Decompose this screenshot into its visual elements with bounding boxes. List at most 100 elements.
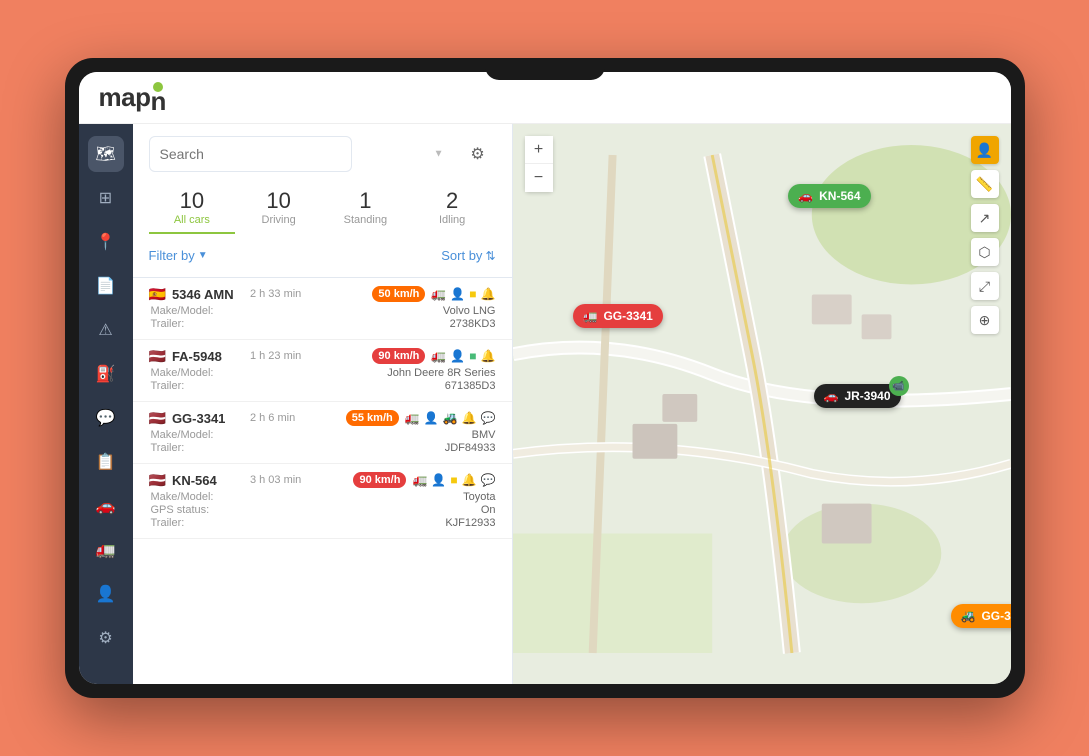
filter-by-button[interactable]: Filter by ▼ xyxy=(149,248,208,263)
map-marker-gg3341-orange[interactable]: 🚜 GG-3341 xyxy=(951,604,1011,628)
filter-sort-row: Filter by ▼ Sort by ⇅ xyxy=(149,242,496,265)
route-tool-button[interactable]: ↗ xyxy=(971,204,999,232)
vehicle-gps-row: GPS status: On xyxy=(149,504,496,516)
stat-idling-number: 2 xyxy=(409,188,496,214)
zoom-out-button[interactable]: − xyxy=(525,164,553,192)
trailer-value: 2738KD3 xyxy=(450,318,496,330)
vehicle-item[interactable]: 🇱🇻 KN-564 3 h 03 min 90 km/h 🚛 👤 ■ 🔔 💬 xyxy=(133,464,512,539)
search-dropdown-icon: ▼ xyxy=(434,149,444,160)
search-input[interactable] xyxy=(149,136,352,172)
stat-all-cars-label: All cars xyxy=(149,214,236,226)
sidebar-item-messages[interactable]: 💬 xyxy=(88,400,124,436)
bell-icon: 🔔 xyxy=(462,411,477,425)
vehicle-time: 1 h 23 min xyxy=(250,350,366,362)
vehicle-flag: 🇪🇸 xyxy=(149,287,166,301)
settings-button[interactable]: ⚙ xyxy=(460,136,496,172)
message-icon: 💬 xyxy=(481,411,496,425)
cluster-tool-button[interactable]: ⬡ xyxy=(971,238,999,266)
sidebar-item-vehicle[interactable]: 🚗 xyxy=(88,488,124,524)
vehicle-time: 2 h 6 min xyxy=(250,412,340,424)
marker-tractor-icon: 🚜 xyxy=(961,609,976,623)
vehicle-item[interactable]: 🇱🇻 FA-5948 1 h 23 min 90 km/h 🚛 👤 ■ 🔔 xyxy=(133,340,512,402)
vehicle-detail-row: Make/Model: BMV xyxy=(149,429,496,441)
vehicle-detail-row: Make/Model: John Deere 8R Series xyxy=(149,367,496,379)
tab-standing[interactable]: 1 Standing xyxy=(322,184,409,234)
bell-icon: 🔔 xyxy=(481,349,496,363)
truck-icon: 🚛 xyxy=(412,473,427,487)
sidebar-item-alerts[interactable]: ⚠ xyxy=(88,312,124,348)
trailer-label: Trailer: xyxy=(151,318,185,330)
search-row: ▼ ⚙ xyxy=(149,136,496,172)
sidebar-item-clipboard[interactable]: 📋 xyxy=(88,444,124,480)
make-model-label: Make/Model: xyxy=(151,367,214,379)
vehicle-speed-badge: 90 km/h xyxy=(353,472,406,488)
trailer-label: Trailer: xyxy=(151,442,185,454)
tab-all-cars[interactable]: 10 All cars xyxy=(149,184,236,234)
logo-n: n xyxy=(150,88,166,114)
zoom-in-button[interactable]: + xyxy=(525,136,553,164)
tab-idling[interactable]: 2 Idling xyxy=(409,184,496,234)
vehicle-trailer-row: Trailer: 671385D3 xyxy=(149,380,496,392)
marker-car-icon: 🚗 xyxy=(798,189,813,203)
make-model-value: John Deere 8R Series xyxy=(387,367,495,379)
vehicle-flag: 🇱🇻 xyxy=(149,349,166,363)
vehicle-icons: 🚛 👤 🚜 🔔 💬 xyxy=(405,411,496,425)
vehicle-trailer-row: Trailer: JDF84933 xyxy=(149,442,496,454)
vehicle-main-row: 🇪🇸 5346 AMN 2 h 33 min 50 km/h 🚛 👤 ■ 🔔 xyxy=(149,286,496,302)
sidebar-item-map[interactable]: 🗺 xyxy=(88,136,124,172)
map-marker-gg3341[interactable]: 🚛 GG-3341 xyxy=(573,304,663,328)
sidebar-item-location[interactable]: 📍 xyxy=(88,224,124,260)
camera-badge: 📹 xyxy=(889,376,909,396)
trailer-label: Trailer: xyxy=(151,380,185,392)
vehicle-detail-row: Make/Model: Volvo LNG xyxy=(149,305,496,317)
truck-icon: 🚛 xyxy=(431,349,446,363)
ruler-tool-button[interactable]: 📏 xyxy=(971,170,999,198)
vehicle-detail-row: Make/Model: Toyota xyxy=(149,491,496,503)
sort-by-button[interactable]: Sort by ⇅ xyxy=(441,248,495,263)
sort-icon: ⇅ xyxy=(485,249,495,263)
logo-main: map xyxy=(99,82,151,113)
expand-tool-button[interactable]: ⤢ xyxy=(971,272,999,300)
tractor-icon: 🚜 xyxy=(443,411,458,425)
sidebar-item-reports[interactable]: 📄 xyxy=(88,268,124,304)
stat-standing-number: 1 xyxy=(322,188,409,214)
sidebar-item-trailer[interactable]: 🚛 xyxy=(88,532,124,568)
main-content: 🗺 ⊞ 📍 📄 ⚠ ⛽ 💬 📋 🚗 🚛 👤 ⚙ xyxy=(79,124,1011,684)
panel-header: ▼ ⚙ 10 All cars 10 Driving xyxy=(133,124,512,278)
make-model-value: BMV xyxy=(472,429,496,441)
map-marker-kn564[interactable]: 🚗 KN-564 xyxy=(788,184,870,208)
vehicle-flag: 🇱🇻 xyxy=(149,473,166,487)
vehicle-time: 2 h 33 min xyxy=(250,288,366,300)
vehicle-item[interactable]: 🇪🇸 5346 AMN 2 h 33 min 50 km/h 🚛 👤 ■ 🔔 xyxy=(133,278,512,340)
person-icon: 👤 xyxy=(424,411,439,425)
marker-label: KN-564 xyxy=(819,189,860,203)
truck-icon: 🚛 xyxy=(405,411,420,425)
map-marker-jr3940[interactable]: 📹 🚗 JR-3940 xyxy=(814,384,901,408)
make-model-value: Volvo LNG xyxy=(443,305,496,317)
person-icon: 👤 xyxy=(450,287,465,301)
gps-label: GPS status: xyxy=(151,504,210,516)
vehicle-list: 🇪🇸 5346 AMN 2 h 33 min 50 km/h 🚛 👤 ■ 🔔 xyxy=(133,278,512,684)
trailer-value: 671385D3 xyxy=(445,380,496,392)
sidebar-item-user[interactable]: 👤 xyxy=(88,576,124,612)
screen: mapn 🗺 ⊞ 📍 📄 ⚠ ⛽ 💬 📋 🚗 🚛 👤 ⚙ xyxy=(79,72,1011,684)
vehicle-item[interactable]: 🇱🇻 GG-3341 2 h 6 min 55 km/h 🚛 👤 🚜 🔔 💬 xyxy=(133,402,512,464)
sidebar-item-fuel[interactable]: ⛽ xyxy=(88,356,124,392)
marker-truck-icon: 🚛 xyxy=(583,309,598,323)
message-icon: 💬 xyxy=(481,473,496,487)
map-area: + − 👤 📏 ↗ ⬡ ⤢ ⊕ 🚗 KN-564 xyxy=(513,124,1011,684)
marker-car-icon: 🚗 xyxy=(824,389,839,403)
person-tool-button[interactable]: 👤 xyxy=(971,136,999,164)
crosshair-tool-button[interactable]: ⊕ xyxy=(971,306,999,334)
device-frame: mapn 🗺 ⊞ 📍 📄 ⚠ ⛽ 💬 📋 🚗 🚛 👤 ⚙ xyxy=(65,58,1025,698)
sort-label: Sort by xyxy=(441,248,482,263)
search-container: ▼ xyxy=(149,136,452,172)
vehicle-speed-badge: 90 km/h xyxy=(372,348,425,364)
vehicle-main-row: 🇱🇻 KN-564 3 h 03 min 90 km/h 🚛 👤 ■ 🔔 💬 xyxy=(149,472,496,488)
vehicle-icons: 🚛 👤 ■ 🔔 xyxy=(431,287,495,301)
sidebar-item-dashboard[interactable]: ⊞ xyxy=(88,180,124,216)
person-icon: 👤 xyxy=(450,349,465,363)
sidebar-item-settings2[interactable]: ⚙ xyxy=(88,620,124,656)
marker-label: JR-3940 xyxy=(844,389,890,403)
tab-driving[interactable]: 10 Driving xyxy=(235,184,322,234)
